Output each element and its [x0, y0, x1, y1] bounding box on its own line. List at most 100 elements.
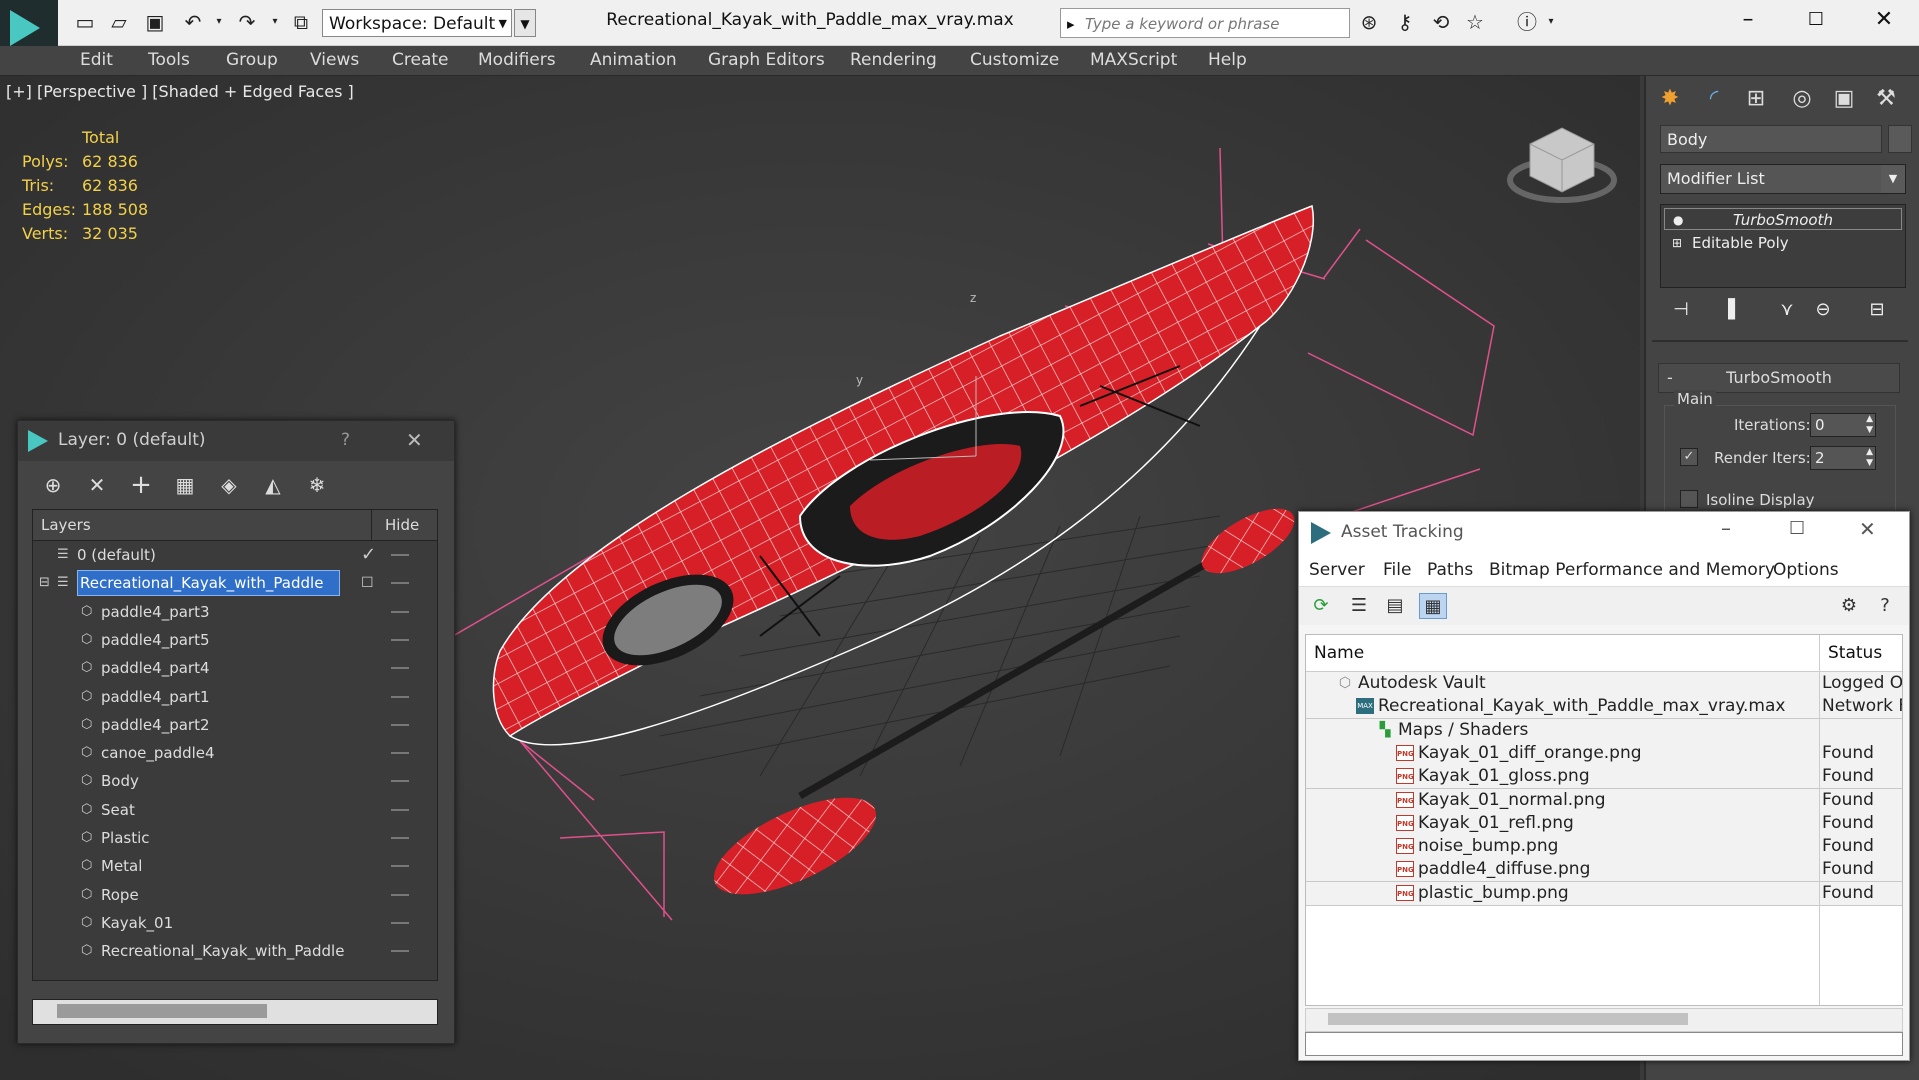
menu-edit[interactable]: Edit [80, 46, 113, 75]
render-iters-checkbox[interactable]: ✓ [1680, 448, 1698, 466]
close-button[interactable]: ✕ [1852, 0, 1916, 40]
hide-toggle[interactable] [391, 667, 409, 670]
asset-row[interactable]: ▚ Maps / Shaders [1306, 718, 1902, 743]
workspace-menu-button[interactable]: ▼ [514, 9, 536, 37]
layer-row[interactable]: ⬡ Rope [33, 881, 437, 909]
menu-help[interactable]: Help [1208, 46, 1247, 75]
hide-toggle[interactable] [391, 638, 409, 641]
layer-row[interactable]: ⬡ Seat [33, 796, 437, 824]
stack-item-turbosmooth[interactable]: ● TurboSmooth [1664, 208, 1902, 230]
asset-menu-paths[interactable]: Paths [1427, 554, 1473, 586]
column-name[interactable]: Name [1314, 643, 1364, 663]
minimize-button[interactable]: – [1716, 0, 1780, 40]
column-layers[interactable]: Layers [41, 516, 91, 534]
layer-row[interactable]: ⬡ paddle4_part2 [33, 711, 437, 739]
hide-toggle[interactable] [391, 921, 409, 924]
hide-toggle[interactable] [391, 610, 409, 613]
workspace-select[interactable]: Workspace: Default ▼ [322, 9, 512, 37]
hide-toggle[interactable] [391, 752, 409, 755]
hide-toggle[interactable] [391, 695, 409, 698]
spinner-arrows-icon[interactable]: ▲ ▼ [1866, 414, 1873, 436]
isoline-checkbox[interactable] [1680, 490, 1698, 508]
layer-row[interactable]: ⬡ Body [33, 767, 437, 795]
select-objects-icon[interactable]: ▦ [168, 470, 202, 500]
display-tab-icon[interactable]: ▣ [1828, 84, 1860, 114]
scrollbar-thumb[interactable] [1328, 1013, 1688, 1025]
remove-modifier-icon[interactable]: ⊖ [1808, 296, 1838, 324]
current-layer-check-icon[interactable]: ✓ [361, 541, 376, 569]
layer-row[interactable]: ⬡ paddle4_part3 [33, 598, 437, 626]
pin-stack-icon[interactable]: ⊣ [1666, 296, 1696, 324]
hide-toggle[interactable] [391, 723, 409, 726]
iterations-spinner[interactable]: 0 ▲ ▼ [1810, 413, 1876, 437]
asset-row[interactable]: PNG Kayak_01_normal.png Found [1306, 788, 1902, 813]
table-view-icon[interactable]: ▦ [1419, 593, 1447, 619]
menu-maxscript[interactable]: MAXScript [1090, 46, 1177, 75]
hide-toggle[interactable] [391, 808, 409, 811]
hide-toggle[interactable] [391, 893, 409, 896]
menu-group[interactable]: Group [226, 46, 278, 75]
expand-plus-icon[interactable]: ⊞ [1672, 232, 1682, 254]
hide-toggle[interactable] [391, 582, 409, 585]
lightbulb-icon[interactable]: ● [1673, 209, 1683, 231]
hide-toggle[interactable] [391, 865, 409, 868]
undo-dropdown-icon[interactable]: ▾ [206, 10, 232, 34]
menu-modifiers[interactable]: Modifiers [478, 46, 556, 75]
project-folder-icon[interactable]: ⧉ [288, 10, 314, 34]
asset-row[interactable]: PNG Kayak_01_diff_orange.png Found [1306, 741, 1902, 766]
object-color-swatch[interactable] [1888, 125, 1912, 153]
layer-row[interactable]: ⬡ Recreational_Kayak_with_Paddle [33, 937, 437, 965]
make-unique-icon[interactable]: ⋎ [1772, 296, 1802, 324]
hide-toggle[interactable] [391, 554, 409, 556]
new-file-icon[interactable]: ▭ [72, 10, 98, 34]
modifier-list-select[interactable]: Modifier List ▼ [1660, 164, 1906, 194]
star-icon[interactable]: ☆ [1462, 10, 1488, 34]
create-tab-icon[interactable]: ✸ [1654, 84, 1686, 114]
menu-animation[interactable]: Animation [590, 46, 677, 75]
set-current-layer-icon[interactable]: ☐ [361, 569, 374, 597]
asset-row[interactable]: PNG noise_bump.png Found [1306, 835, 1902, 860]
exchange-icon[interactable]: ⟲ [1428, 10, 1454, 34]
thumbnail-view-icon[interactable]: ▤ [1381, 593, 1409, 619]
column-status[interactable]: Status [1828, 643, 1882, 663]
delete-layer-icon[interactable]: ✕ [80, 470, 114, 500]
maximize-button[interactable]: ☐ [1784, 0, 1848, 40]
redo-dropdown-icon[interactable]: ▾ [262, 10, 288, 34]
maximize-button[interactable]: ☐ [1789, 518, 1805, 539]
object-name-field[interactable]: Body [1660, 125, 1882, 153]
close-icon[interactable]: ✕ [406, 428, 423, 452]
collapse-layer-icon[interactable]: ⊟ [39, 569, 50, 597]
asset-row[interactable]: PNG Kayak_01_gloss.png Found [1306, 765, 1902, 790]
asset-row[interactable]: ⬡ Autodesk Vault Logged O [1306, 672, 1902, 696]
layer-row[interactable]: ⬡ canoe_paddle4 [33, 739, 437, 767]
layer-row[interactable]: ⬡ Metal [33, 852, 437, 880]
asset-menu-server[interactable]: Server [1309, 554, 1365, 586]
configure-sets-icon[interactable]: ⊟ [1862, 296, 1892, 324]
menu-graph-editors[interactable]: Graph Editors [708, 46, 825, 75]
refresh-icon[interactable]: ⟳ [1307, 593, 1335, 619]
help-icon[interactable]: ⓘ [1514, 10, 1540, 34]
horizontal-scrollbar[interactable] [1305, 1008, 1903, 1032]
list-view-icon[interactable]: ☰ [1345, 593, 1373, 619]
asset-row[interactable]: MAX Recreational_Kayak_with_Paddle_max_vr… [1306, 695, 1902, 720]
layer-row[interactable]: ☰ 0 (default) ✓ [33, 541, 437, 569]
create-layer-icon[interactable]: ⊕ [36, 470, 70, 500]
asset-row[interactable]: PNG paddle4_diffuse.png Found [1306, 858, 1902, 883]
layer-row[interactable]: ⬡ Plastic [33, 824, 437, 852]
utilities-tab-icon[interactable]: ⚒ [1870, 84, 1902, 114]
layer-row[interactable]: ⬡ paddle4_part5 [33, 626, 437, 654]
asset-menu-options[interactable]: Options [1773, 554, 1839, 586]
stack-item-editable-poly[interactable]: ⊞ Editable Poly [1664, 232, 1902, 254]
menu-rendering[interactable]: Rendering [850, 46, 937, 75]
menu-tools[interactable]: Tools [148, 46, 190, 75]
column-hide[interactable]: Hide [385, 516, 419, 534]
asset-menu-bitmap-performance[interactable]: Bitmap Performance and Memory [1489, 554, 1775, 586]
menu-views[interactable]: Views [310, 46, 359, 75]
show-end-result-icon[interactable]: ▌ [1720, 296, 1750, 324]
menu-customize[interactable]: Customize [970, 46, 1059, 75]
hide-all-icon[interactable]: ◭ [256, 470, 290, 500]
hide-toggle[interactable] [391, 950, 409, 953]
viewport-label[interactable]: [+] [Perspective ] [Shaded + Edged Faces… [6, 82, 354, 101]
add-to-layer-icon[interactable]: + [124, 470, 158, 500]
menu-create[interactable]: Create [392, 46, 449, 75]
